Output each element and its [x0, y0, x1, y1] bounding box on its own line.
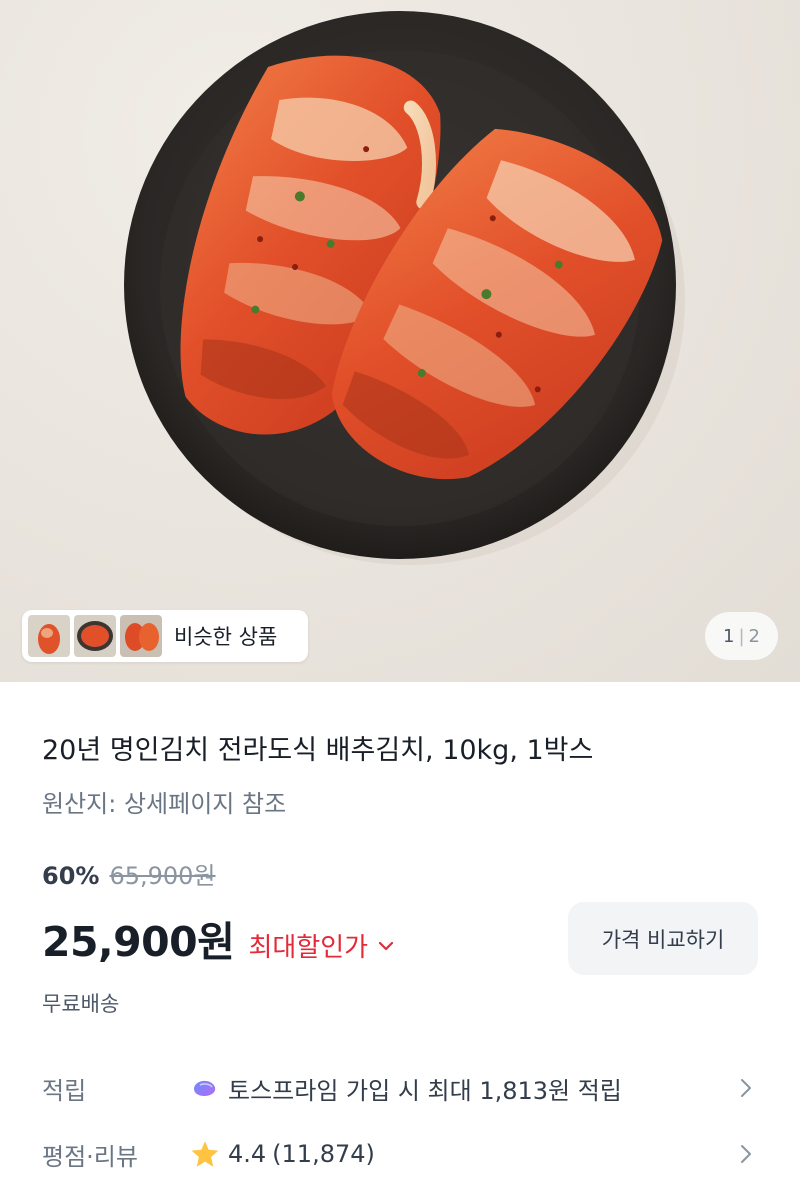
product-photo	[124, 11, 685, 565]
star-icon	[191, 1141, 219, 1167]
original-price: 65,900원	[109, 862, 216, 890]
similar-products-button[interactable]: 비슷한 상품	[22, 610, 308, 662]
price-row: 25,900원 최대할인가	[42, 908, 394, 968]
points-text: 토스프라임 가입 시 최대 1,813원 적립	[228, 1076, 622, 1105]
similar-product-thumbnail	[120, 615, 162, 657]
discount-rate: 60%	[42, 862, 100, 890]
product-image-carousel[interactable]: 비슷한 상품 1 | 2	[0, 0, 800, 682]
sale-price: 25,900원	[42, 918, 235, 966]
price-compare-button[interactable]: 가격 비교하기	[568, 902, 758, 975]
review-label: 평점·리뷰	[42, 1142, 138, 1171]
similar-product-thumbnail	[74, 615, 116, 657]
points-row[interactable]: 적립 토스프라임 가입 시 최대 1,813원 적립	[42, 1068, 758, 1108]
max-discount-label: 최대할인가	[248, 933, 369, 963]
max-discount-dropdown[interactable]: 최대할인가	[248, 927, 394, 964]
review-count: (11,874)	[272, 1140, 375, 1168]
shipping-info: 무료배송	[42, 992, 120, 1016]
chevron-down-icon	[378, 941, 394, 950]
points-label: 적립	[42, 1076, 87, 1105]
discount-row: 60% 65,900원	[42, 856, 216, 891]
review-row[interactable]: 평점·리뷰 4.4 (11,874)	[42, 1134, 758, 1174]
product-title: 20년 명인김치 전라도식 배추김치, 10kg, 1박스	[42, 735, 594, 766]
chevron-right-icon	[741, 1079, 751, 1097]
product-origin: 원산지: 상세페이지 참조	[42, 790, 287, 818]
similar-product-thumbnail	[28, 615, 70, 657]
image-pager: 1 | 2	[705, 612, 778, 660]
chevron-right-icon	[741, 1145, 751, 1163]
toss-prime-icon	[194, 1080, 216, 1097]
review-rating: 4.4	[228, 1140, 267, 1168]
pager-separator: |	[738, 625, 745, 647]
pager-current: 1	[723, 625, 735, 647]
similar-products-label: 비슷한 상품	[174, 625, 278, 649]
pager-total: 2	[748, 625, 760, 647]
review-value: 4.4 (11,874)	[190, 1140, 758, 1168]
points-value: 토스프라임 가입 시 최대 1,813원 적립	[190, 1071, 758, 1106]
